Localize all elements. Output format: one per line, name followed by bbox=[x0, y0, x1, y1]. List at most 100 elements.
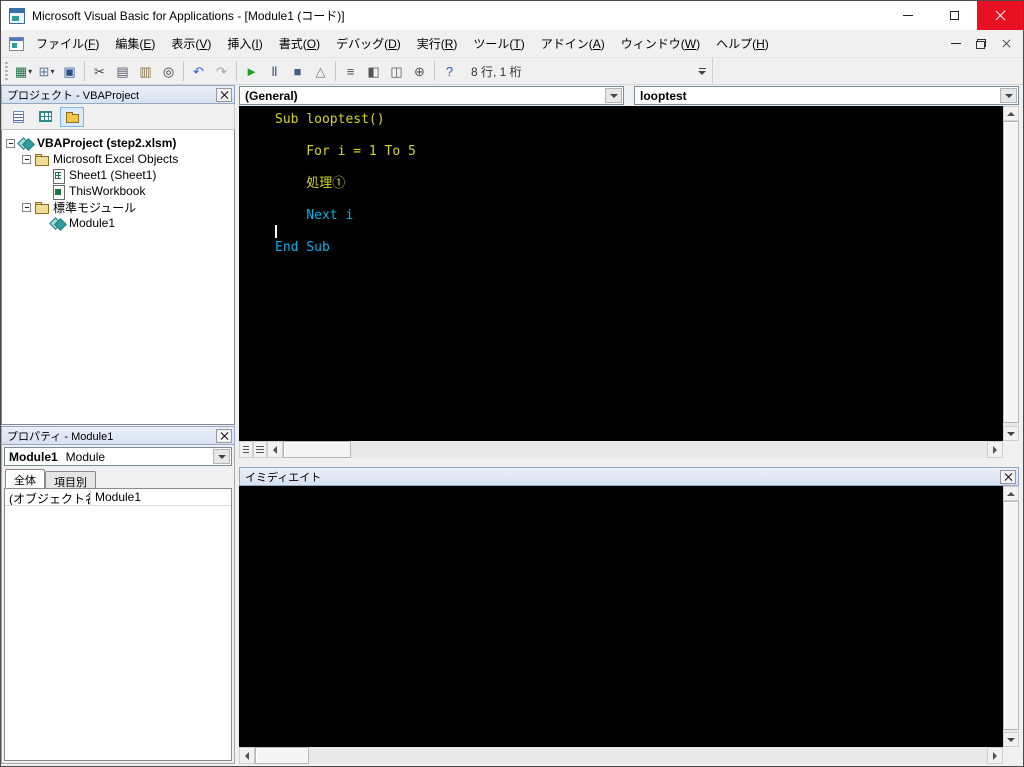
scrollbar-thumb[interactable] bbox=[1003, 121, 1019, 423]
workbook-icon bbox=[50, 184, 65, 200]
scroll-left-button[interactable] bbox=[239, 747, 255, 764]
tree-item[interactable]: Microsoft Excel Objects bbox=[2, 151, 234, 167]
view-code-button[interactable] bbox=[6, 107, 30, 127]
window-splitter[interactable] bbox=[239, 458, 1019, 467]
code-line[interactable] bbox=[275, 128, 1003, 144]
break-button[interactable]: Ⅱ bbox=[263, 60, 286, 82]
scroll-down-button[interactable] bbox=[1003, 732, 1019, 747]
code-line[interactable]: Next i bbox=[275, 208, 1003, 224]
code-vertical-scrollbar bbox=[1003, 106, 1019, 441]
view-microsoft-excel-button[interactable]: ▦ ▾ bbox=[12, 60, 35, 82]
toolbar-grip[interactable] bbox=[5, 62, 8, 80]
insert-userform-button[interactable]: ⊞ ▾ bbox=[35, 60, 58, 82]
project-explorer-button[interactable]: ≡ bbox=[339, 60, 362, 82]
immediate-editor[interactable] bbox=[239, 486, 1003, 747]
code-line[interactable]: For i = 1 To 5 bbox=[275, 144, 1003, 160]
scrollbar-track[interactable] bbox=[1003, 121, 1019, 426]
close-icon bbox=[1004, 473, 1012, 481]
object-browser-button[interactable]: ◫ bbox=[385, 60, 408, 82]
dropdown-arrow-button[interactable] bbox=[1000, 88, 1017, 103]
tree-item[interactable]: VBAProject (step2.xlsm) bbox=[2, 135, 234, 151]
procedure-dropdown[interactable]: looptest bbox=[634, 86, 1019, 105]
menu-item[interactable]: ツール(T) bbox=[465, 30, 532, 57]
menu-item[interactable]: ヘルプ(H) bbox=[708, 30, 777, 57]
procedure-view-button[interactable] bbox=[239, 441, 253, 458]
scroll-right-button[interactable] bbox=[987, 747, 1003, 764]
mdi-restore-button[interactable] bbox=[970, 35, 992, 53]
run-sub-button[interactable]: ► bbox=[240, 60, 263, 82]
design-mode-button[interactable]: △ bbox=[309, 60, 332, 82]
scroll-right-button[interactable] bbox=[987, 441, 1003, 458]
object-dropdown[interactable]: (General) bbox=[239, 86, 624, 105]
scroll-down-button[interactable] bbox=[1003, 426, 1019, 441]
collapse-expander[interactable] bbox=[22, 154, 31, 164]
scrollbar-thumb[interactable] bbox=[283, 441, 351, 458]
menu-item[interactable]: アドイン(A) bbox=[533, 30, 613, 57]
scrollbar-thumb[interactable] bbox=[1003, 501, 1019, 730]
full-module-view-button[interactable] bbox=[253, 441, 267, 458]
tree-item[interactable]: 標準モジュール bbox=[2, 199, 234, 215]
find-button[interactable]: ◎ bbox=[157, 60, 180, 82]
mdi-close-button[interactable] bbox=[995, 35, 1017, 53]
dropdown-arrow-button[interactable] bbox=[213, 449, 230, 464]
tab-項目別[interactable]: 項目別 bbox=[45, 471, 96, 489]
properties-window-button[interactable]: ◧ bbox=[362, 60, 385, 82]
reset-button[interactable]: ■ bbox=[286, 60, 309, 82]
code-line[interactable] bbox=[275, 160, 1003, 176]
collapse-expander[interactable] bbox=[6, 138, 15, 148]
tree-item[interactable]: Sheet1 (Sheet1) bbox=[2, 167, 234, 184]
code-line[interactable]: End Sub bbox=[275, 240, 1003, 256]
undo-button[interactable]: ↶ bbox=[187, 60, 210, 82]
project-explorer-close-button[interactable] bbox=[216, 87, 232, 102]
toolbar-options-button[interactable] bbox=[695, 67, 709, 75]
menu-item[interactable]: ウィンドウ(W) bbox=[613, 30, 708, 57]
property-row[interactable]: (オブジェクト名)Module1 bbox=[5, 489, 231, 506]
code-line[interactable]: Sub looptest() bbox=[275, 112, 1003, 128]
toggle-folders-button[interactable] bbox=[60, 106, 84, 127]
save-button[interactable]: ▣ bbox=[58, 60, 81, 82]
code-bottom-bar bbox=[239, 441, 1019, 458]
minimize-button[interactable] bbox=[885, 1, 931, 30]
toolbox-button[interactable]: ⊕ bbox=[408, 60, 431, 82]
scroll-up-button[interactable] bbox=[1003, 486, 1019, 501]
tab-全体[interactable]: 全体 bbox=[5, 469, 45, 488]
toolbar-buttons: ▦ ▾ ⊞ ▾ ▣ ✂ ▤ ▥ ◎ ↶ ↷ ► Ⅱ ■ △ ≡ ◧ ◫ ⊕? bbox=[12, 60, 461, 82]
redo-button[interactable]: ↷ bbox=[210, 60, 233, 82]
menu-item[interactable]: 編集(E) bbox=[107, 30, 163, 57]
menu-item[interactable]: 実行(R) bbox=[409, 30, 466, 57]
cut-button[interactable]: ✂ bbox=[88, 60, 111, 82]
menu-item[interactable]: 表示(V) bbox=[163, 30, 219, 57]
view-object-button[interactable] bbox=[33, 107, 57, 127]
tree-item[interactable]: Module1 bbox=[2, 215, 234, 231]
code-line[interactable] bbox=[275, 224, 1003, 240]
scrollbar-track[interactable] bbox=[283, 441, 987, 458]
paste-button[interactable]: ▥ bbox=[134, 60, 157, 82]
close-button[interactable] bbox=[977, 1, 1023, 30]
collapse-expander[interactable] bbox=[22, 202, 31, 212]
properties-close-button[interactable] bbox=[216, 428, 232, 443]
copy-button[interactable]: ▤ bbox=[111, 60, 134, 82]
help-button[interactable]: ? bbox=[438, 60, 461, 82]
code-line[interactable] bbox=[275, 192, 1003, 208]
scrollbar-track[interactable] bbox=[1003, 501, 1019, 732]
object-selector-dropdown[interactable]: Module1 Module bbox=[4, 447, 232, 466]
scroll-up-button[interactable] bbox=[1003, 106, 1019, 121]
maximize-button[interactable] bbox=[931, 1, 977, 30]
code-line[interactable]: 処理① bbox=[275, 176, 1003, 192]
mdi-minimize-button[interactable] bbox=[945, 35, 967, 53]
triangle-right-icon bbox=[993, 751, 997, 760]
menu-item[interactable]: 書式(O) bbox=[271, 30, 328, 57]
menu-item[interactable]: デバッグ(D) bbox=[328, 30, 409, 57]
immediate-close-button[interactable] bbox=[1000, 469, 1016, 484]
dropdown-arrow-button[interactable] bbox=[605, 88, 622, 103]
code-window-icon[interactable] bbox=[9, 37, 24, 51]
scroll-left-button[interactable] bbox=[267, 441, 283, 458]
menu-item[interactable]: ファイル(F) bbox=[28, 30, 107, 57]
property-value[interactable]: Module1 bbox=[91, 489, 231, 505]
scrollbar-thumb[interactable] bbox=[255, 747, 309, 764]
scrollbar-track[interactable] bbox=[255, 747, 987, 764]
tree-item-label: Microsoft Excel Objects bbox=[53, 152, 179, 166]
tree-item[interactable]: ThisWorkbook bbox=[2, 183, 234, 200]
code-editor[interactable]: Sub looptest() For i = 1 To 5 処理① Next i… bbox=[239, 106, 1003, 441]
menu-item[interactable]: 挿入(I) bbox=[219, 30, 270, 57]
